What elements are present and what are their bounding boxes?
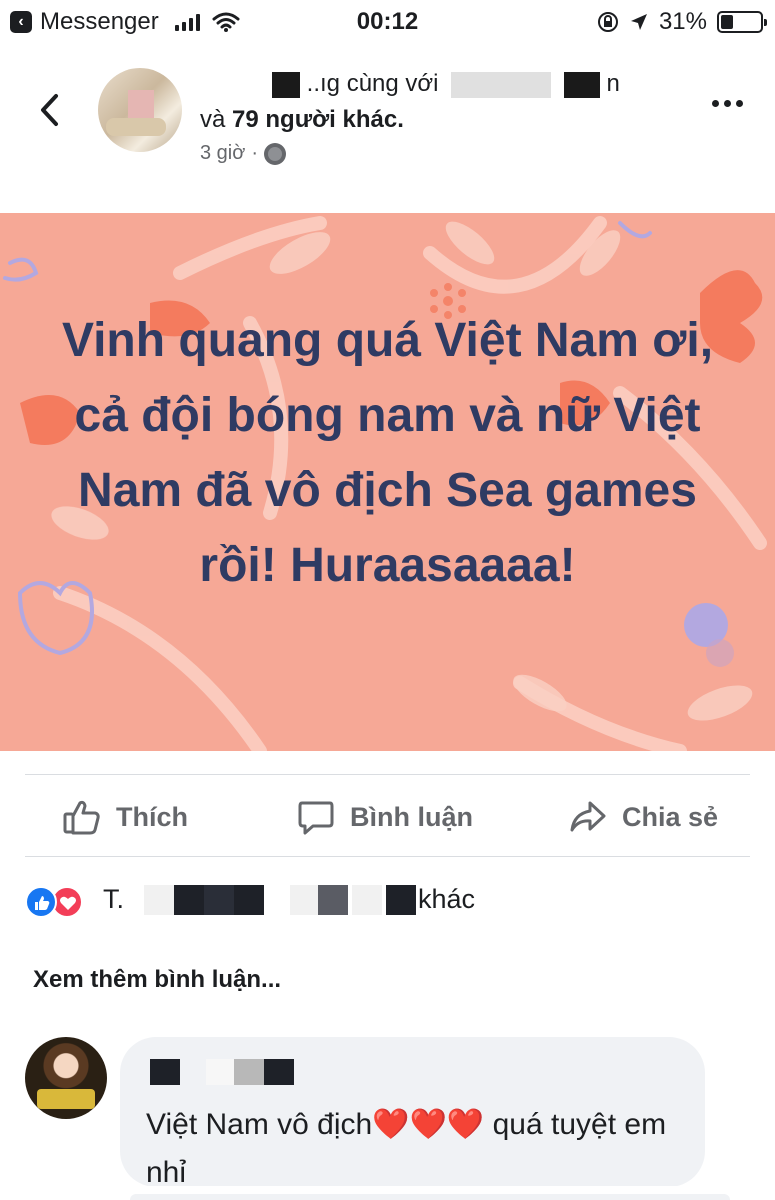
location-icon xyxy=(630,14,647,30)
hearts-emoji: ❤️❤️❤️ xyxy=(372,1108,485,1141)
post-meta: 3 giờ · xyxy=(200,142,287,165)
comment-bubble-icon xyxy=(298,801,334,835)
others-count[interactable]: 79 người khác. xyxy=(232,106,404,133)
share-button[interactable]: Chia sẻ xyxy=(568,797,718,837)
battery-percent: 31% xyxy=(658,8,707,35)
like-label: Thích xyxy=(116,801,188,832)
next-comment-bubble-peek xyxy=(130,1194,730,1200)
author-and: và xyxy=(200,106,226,133)
author-avatar[interactable] xyxy=(98,68,182,152)
share-label: Chia sẻ xyxy=(622,801,719,832)
like-button[interactable]: Thích xyxy=(62,797,188,837)
commenter-avatar[interactable] xyxy=(25,1037,107,1119)
author-tag-fragment: ..ıg cùng với xyxy=(306,70,439,97)
post-time: 3 giờ xyxy=(200,142,246,164)
status-bar: ‹ Messenger 00:12 31% xyxy=(0,0,775,44)
actions-bottom-divider xyxy=(25,856,750,857)
reactions-summary[interactable]: T. khác xyxy=(25,882,475,922)
back-chevron-icon[interactable] xyxy=(34,90,64,130)
like-reaction-icon xyxy=(25,886,57,918)
author-line-1[interactable]: ..ıg cùng với n xyxy=(200,70,620,98)
meta-separator: · xyxy=(251,142,259,164)
post-background-card: Vinh quang quá Việt Nam ơi, cả đội bóng … xyxy=(0,213,775,751)
comment-label: Bình luận xyxy=(350,801,473,832)
orientation-lock-icon xyxy=(597,12,618,32)
comment-text-before: Việt Nam vô địch xyxy=(146,1108,373,1141)
status-right: 31% xyxy=(597,8,767,36)
share-arrow-icon xyxy=(570,801,606,832)
battery-icon xyxy=(717,11,767,33)
author-line-2[interactable]: và 79 người khác. xyxy=(200,106,404,134)
author-tag-fragment-end: n xyxy=(606,70,620,97)
commenter-name-redacted[interactable] xyxy=(150,1059,294,1085)
thumbs-up-icon xyxy=(63,800,100,835)
see-more-comments-link[interactable]: Xem thêm bình luận... xyxy=(33,966,281,994)
post-header: ..ıg cùng với n và 79 người khác. 3 giờ … xyxy=(0,60,775,180)
comment-text: Việt Nam vô địch❤️❤️❤️ quá tuyệt em nhỉ xyxy=(146,1101,686,1197)
post-text: Vinh quang quá Việt Nam ơi, cả đội bóng … xyxy=(61,314,714,592)
post-actions-bar: Thích Bình luận Chia sẻ xyxy=(0,775,775,859)
more-options-icon[interactable] xyxy=(712,100,743,107)
reactors-prefix: T. xyxy=(103,884,125,914)
reactors-suffix: khác xyxy=(418,884,476,914)
reactors-names[interactable]: T. khác xyxy=(103,884,475,915)
public-globe-icon xyxy=(264,142,287,165)
comment-button[interactable]: Bình luận xyxy=(296,797,473,837)
comment-bubble[interactable]: Việt Nam vô địch❤️❤️❤️ quá tuyệt em nhỉ xyxy=(120,1037,705,1189)
